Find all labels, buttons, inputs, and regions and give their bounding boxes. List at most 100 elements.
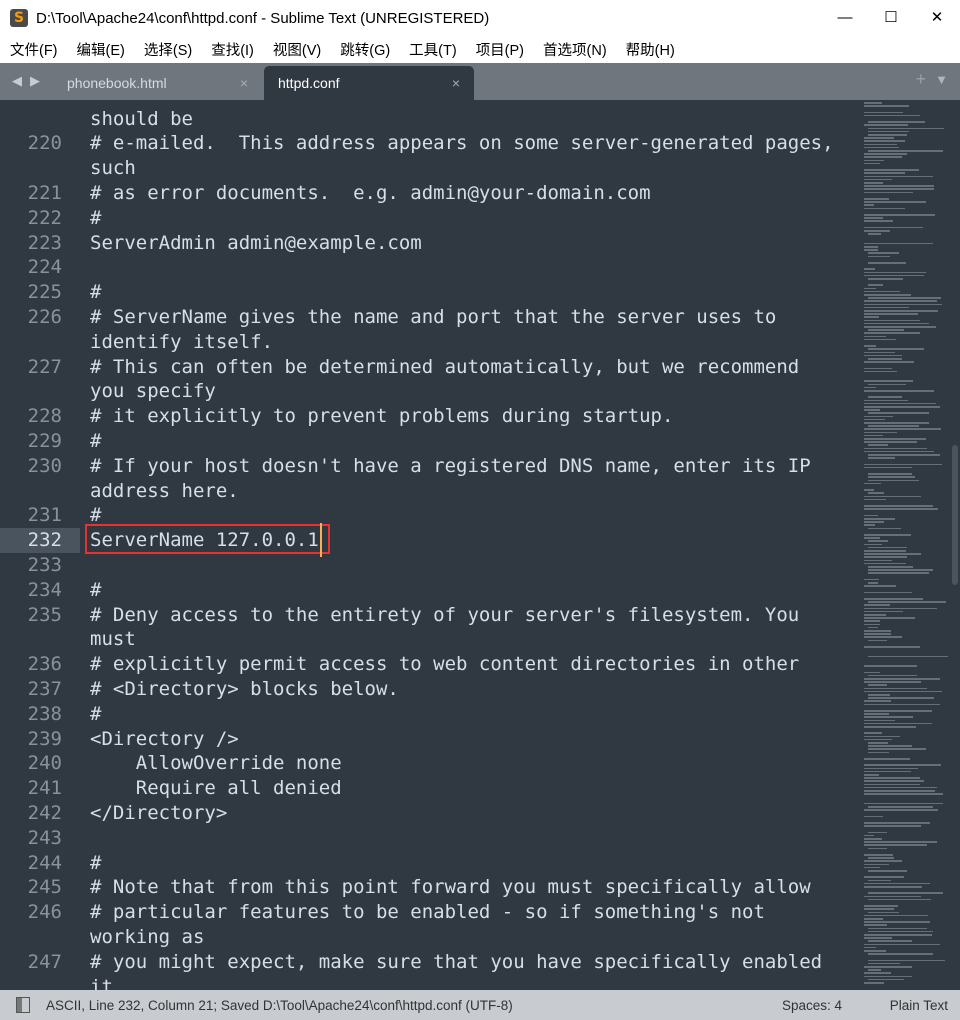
- menu-item[interactable]: 工具(T): [409, 39, 457, 60]
- minimap-line: [864, 908, 895, 910]
- close-tab-icon[interactable]: ×: [452, 66, 460, 100]
- code-line[interactable]: 222 #: [0, 206, 860, 231]
- code-line[interactable]: must: [0, 627, 860, 652]
- minimap-line: [868, 847, 887, 850]
- minimap-line: [868, 383, 907, 386]
- minimap-line: [868, 745, 913, 747]
- minimap-line: [868, 546, 907, 549]
- minimap-line: [868, 127, 944, 130]
- next-tab-icon[interactable]: ▶: [30, 73, 40, 89]
- line-number: 244: [27, 851, 62, 874]
- code-line[interactable]: 235 # Deny access to the entirety of your…: [0, 603, 860, 628]
- code-line[interactable]: such: [0, 156, 860, 181]
- code-line[interactable]: 227 # This can often be determined automa…: [0, 355, 860, 380]
- code-line[interactable]: 223 ServerAdmin admin@example.com: [0, 231, 860, 256]
- code-line[interactable]: 229 #: [0, 429, 860, 454]
- code-line[interactable]: 231 #: [0, 503, 860, 528]
- minimap-line: [864, 703, 941, 706]
- minimap[interactable]: [860, 100, 950, 990]
- code-text: # e-mailed. This address appears on some…: [90, 132, 834, 155]
- code-line[interactable]: 228 # it explicitly to prevent problems d…: [0, 404, 860, 429]
- minimap-line: [864, 335, 886, 338]
- code-line[interactable]: you specify: [0, 379, 860, 404]
- minimap-line: [864, 402, 937, 405]
- menu-item[interactable]: 编辑(E): [77, 39, 125, 60]
- scrollbar[interactable]: [950, 100, 960, 990]
- close-button[interactable]: ✕: [914, 0, 960, 36]
- code-line[interactable]: 230 # If your host doesn't have a registe…: [0, 454, 860, 479]
- syntax-selector[interactable]: Plain Text: [890, 998, 948, 1013]
- code-line[interactable]: 226 # ServerName gives the name and port …: [0, 305, 860, 330]
- code-line[interactable]: 247 # you might expect, make sure that yo…: [0, 950, 860, 975]
- minimap-line: [864, 162, 881, 165]
- minimap-line: [868, 396, 903, 398]
- tab-httpd-conf[interactable]: httpd.conf ×: [264, 66, 474, 100]
- code-line[interactable]: 242 </Directory>: [0, 801, 860, 826]
- close-tab-icon[interactable]: ×: [240, 66, 248, 100]
- minimap-line: [868, 959, 945, 962]
- code-line[interactable]: 238 #: [0, 702, 860, 727]
- code-line[interactable]: 224: [0, 255, 860, 280]
- panel-toggle-icon[interactable]: [16, 997, 30, 1013]
- code-line[interactable]: 246 # particular features to be enabled -…: [0, 900, 860, 925]
- minimap-line: [864, 764, 941, 766]
- minimap-line: [864, 559, 892, 562]
- minimap-line: [864, 367, 892, 370]
- menu-item[interactable]: 查找(I): [211, 39, 254, 60]
- minimap-line: [864, 431, 898, 434]
- code-line[interactable]: 243: [0, 826, 860, 851]
- minimap-line: [868, 329, 904, 331]
- line-number: 235: [27, 603, 62, 626]
- minimap-line: [864, 585, 897, 587]
- menu-item[interactable]: 视图(V): [273, 39, 321, 60]
- code-line[interactable]: 245 # Note that from this point forward y…: [0, 875, 860, 900]
- code-line[interactable]: 236 # explicitly permit access to web con…: [0, 652, 860, 677]
- minimap-line: [868, 930, 933, 933]
- code-line[interactable]: 244 #: [0, 851, 860, 876]
- code-line[interactable]: 234 #: [0, 578, 860, 603]
- code-editor[interactable]: should be 220 # e-mailed. This address app…: [0, 100, 860, 990]
- code-line[interactable]: 225 #: [0, 280, 860, 305]
- menu-item[interactable]: 帮助(H): [626, 39, 675, 60]
- code-line[interactable]: address here.: [0, 479, 860, 504]
- code-line[interactable]: 232 ServerName 127.0.0.1: [0, 528, 860, 553]
- menu-item[interactable]: 文件(F): [10, 39, 58, 60]
- minimap-line: [864, 143, 898, 146]
- code-line[interactable]: 240 AllowOverride none: [0, 751, 860, 776]
- tab-phonebook-html[interactable]: phonebook.html ×: [50, 66, 262, 100]
- minimap-line: [868, 806, 933, 808]
- minimap-line: [864, 306, 909, 309]
- minimap-line: [868, 569, 933, 571]
- code-line[interactable]: should be: [0, 107, 860, 132]
- code-line[interactable]: 241 Require all denied: [0, 776, 860, 801]
- code-line[interactable]: identify itself.: [0, 330, 860, 355]
- minimap-line: [864, 786, 938, 789]
- menu-item[interactable]: 跳转(G): [340, 39, 390, 60]
- maximize-button[interactable]: ☐: [868, 0, 914, 36]
- minimap-line: [868, 879, 892, 882]
- minimap-line: [864, 809, 939, 811]
- tab-dropdown-icon[interactable]: ▼: [935, 72, 948, 87]
- minimap-line: [864, 172, 905, 174]
- new-tab-icon[interactable]: +: [915, 69, 926, 90]
- code-line[interactable]: 237 # <Directory> blocks below.: [0, 677, 860, 702]
- menu-item[interactable]: 选择(S): [144, 39, 192, 60]
- code-line[interactable]: 233: [0, 553, 860, 578]
- prev-tab-icon[interactable]: ◀: [12, 73, 22, 89]
- minimap-line: [864, 185, 935, 187]
- code-line[interactable]: 220 # e-mailed. This address appears on s…: [0, 131, 860, 156]
- code-line[interactable]: working as: [0, 925, 860, 950]
- minimize-button[interactable]: —: [822, 0, 868, 36]
- minimap-line: [868, 892, 944, 894]
- code-line[interactable]: 239 <Directory />: [0, 727, 860, 752]
- code-text: must: [90, 628, 136, 651]
- scrollbar-thumb[interactable]: [952, 445, 958, 585]
- line-number: 246: [27, 901, 62, 924]
- menu-item[interactable]: 首选项(N): [543, 39, 607, 60]
- code-line[interactable]: it: [0, 975, 860, 991]
- menu-item[interactable]: 项目(P): [476, 39, 524, 60]
- code-line[interactable]: 221 # as error documents. e.g. admin@your…: [0, 181, 860, 206]
- code-text: # <Directory> blocks below.: [90, 677, 399, 700]
- indentation-selector[interactable]: Spaces: 4: [782, 998, 842, 1013]
- minimap-line: [868, 121, 926, 123]
